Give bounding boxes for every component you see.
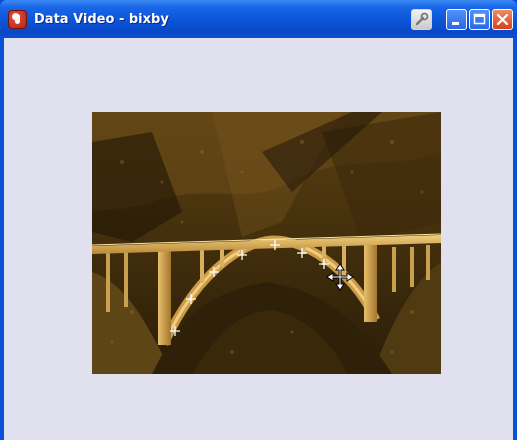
- maximize-icon: [473, 13, 486, 25]
- video-frame[interactable]: [92, 112, 441, 374]
- wrench-icon: [415, 12, 429, 26]
- video-image: [92, 112, 441, 374]
- window-title: Data Video - bixby: [34, 12, 169, 27]
- close-icon: [496, 13, 509, 26]
- title-bar[interactable]: Data Video - bixby: [0, 0, 517, 38]
- client-area: [4, 38, 513, 440]
- app-logo-icon[interactable]: [8, 10, 27, 29]
- maximize-button[interactable]: [469, 9, 490, 30]
- minimize-button[interactable]: [446, 9, 467, 30]
- close-button[interactable]: [492, 9, 513, 30]
- data-video-window: Data Video - bixby: [0, 0, 517, 440]
- minimize-icon: [452, 22, 459, 25]
- tool-button[interactable]: [411, 9, 432, 30]
